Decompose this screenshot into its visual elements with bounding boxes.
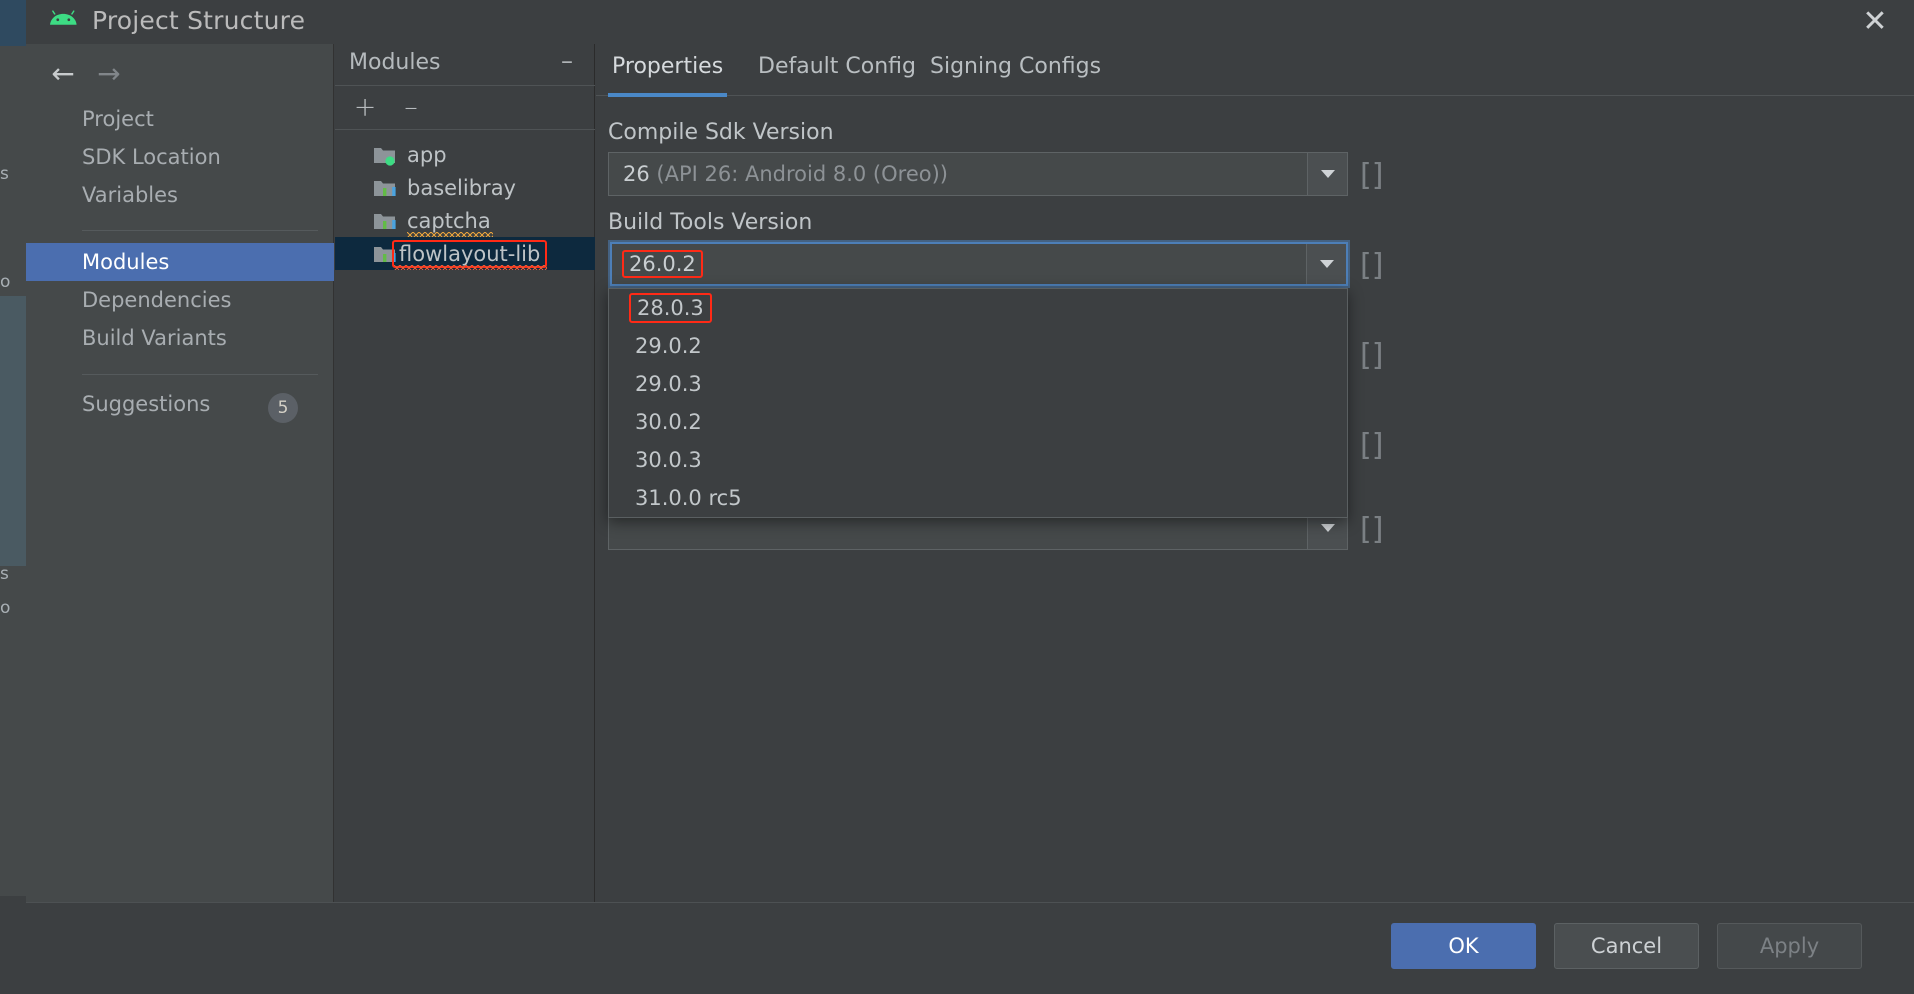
dropdown-option-29-0-3[interactable]: 29.0.3 [609,365,1347,403]
apply-button[interactable]: Apply [1717,923,1862,969]
sidebar: ← → Project SDK Location Variables Modul… [26,44,334,902]
modules-panel-header: Modules – [335,44,595,86]
module-list-item-app[interactable]: app [335,138,595,171]
close-icon[interactable]: ✕ [1858,6,1892,40]
sidebar-item-build-variants[interactable]: Build Variants [26,319,334,357]
dropdown-option-30-0-2[interactable]: 30.0.2 [609,403,1347,441]
sidebar-item-label: Dependencies [82,288,232,312]
module-list-item-baselibray[interactable]: baselibray [335,171,595,204]
backdrop-text-glyph-2: o [0,272,11,292]
sidebar-item-dependencies[interactable]: Dependencies [26,281,334,319]
tab-active-indicator [608,93,728,97]
sidebar-item-modules[interactable]: Modules [26,243,334,281]
dropdown-option-label: 31.0.0 rc5 [635,486,742,510]
module-list-item-flowlayout-lib[interactable]: flowlayout-lib [335,237,595,270]
module-item-label: app [407,142,447,167]
sidebar-item-label: Variables [82,183,178,207]
build-tools-version-dropdown-list[interactable]: 28.0.3 29.0.2 29.0.3 30.0.2 30.0.3 31.0.… [608,288,1348,518]
compile-sdk-version-label: Compile Sdk Version [608,120,834,145]
modules-toolbar: + – [335,86,595,130]
build-tools-version-label: Build Tools Version [608,210,813,235]
arrow-right-icon[interactable]: → [92,60,126,90]
tab-label: Default Config [758,54,916,79]
dialog-footer: OK Cancel Apply [26,902,1914,994]
backdrop-text-glyph-3: s [0,564,9,584]
module-item-label: baselibray [407,175,516,200]
sidebar-item-sdk-location[interactable]: SDK Location [26,138,334,176]
backdrop-text-glyph-1: s [0,164,9,184]
compile-sdk-version-combobox[interactable]: 26 (API 26: Android 8.0 (Oreo)) [608,152,1348,196]
modules-panel-title: Modules [349,50,441,75]
properties-content: Properties Default Config Signing Config… [596,44,1914,902]
backdrop-strip-1 [0,0,26,46]
module-app-folder-icon [373,144,397,166]
backdrop-bottom [0,902,26,994]
field-bracket-4: [] [1360,428,1384,463]
nav-history-controls: ← → [26,52,334,102]
modules-panel: Modules – + – app baselibray captcha flo… [335,44,595,902]
build-tools-version-value: 26.0.2 [622,250,703,278]
minimize-icon[interactable]: – [553,48,581,76]
dropdown-option-31-0-0-rc5[interactable]: 31.0.0 rc5 [609,479,1347,517]
window-title: Project Structure [92,6,306,35]
backdrop-strip-4 [0,296,26,566]
sidebar-item-label: Project [82,107,154,131]
build-tools-version-combobox[interactable]: 26.0.2 [610,242,1348,286]
chevron-down-icon[interactable] [1307,153,1347,195]
dropdown-option-label: 28.0.3 [629,293,712,323]
compile-sdk-version-detail: (API 26: Android 8.0 (Oreo)) [656,162,948,186]
sidebar-item-project[interactable]: Project [26,100,334,138]
field-bracket-3: [] [1360,338,1384,373]
backdrop-text-glyph-4: o [0,598,11,618]
dropdown-option-28-0-3[interactable]: 28.0.3 [609,289,1347,327]
project-structure-dialog: s o s o Project Structure ✕ ← → Project … [0,0,1914,994]
module-library-folder-icon [373,177,397,199]
tab-bar: Properties Default Config Signing Config… [596,44,1914,97]
sidebar-item-label: Build Variants [82,326,227,350]
chevron-down-icon[interactable] [1306,244,1346,284]
plus-icon[interactable]: + [349,92,381,124]
module-item-label: captcha [407,208,493,237]
android-robot-icon [50,10,77,25]
tab-label: Properties [612,54,724,79]
tab-properties[interactable]: Properties [608,54,728,97]
dropdown-option-label: 30.0.2 [635,410,702,434]
dialog-body: ← → Project SDK Location Variables Modul… [26,44,1914,902]
tab-label: Signing Configs [930,54,1102,79]
sidebar-item-variables[interactable]: Variables [26,176,334,214]
ok-button[interactable]: OK [1391,923,1536,969]
compile-sdk-version-value: 26 (API 26: Android 8.0 (Oreo)) [623,162,948,186]
module-list-item-captcha[interactable]: captcha [335,204,595,237]
field-bracket-1: [] [1360,158,1384,193]
arrow-left-icon[interactable]: ← [46,60,80,90]
sidebar-item-label: Suggestions [82,392,211,416]
dropdown-option-30-0-3[interactable]: 30.0.3 [609,441,1347,479]
compile-sdk-version-number: 26 [623,162,650,186]
dropdown-option-label: 30.0.3 [635,448,702,472]
minus-icon[interactable]: – [395,92,427,124]
sidebar-item-label: SDK Location [82,145,221,169]
sidebar-item-label: Modules [82,250,170,274]
tab-default-config[interactable]: Default Config [754,54,920,96]
module-item-label: flowlayout-lib [392,239,548,270]
field-bracket-2: [] [1360,248,1384,283]
ide-backdrop: s o s o [0,0,26,994]
sidebar-divider-1 [82,230,318,231]
title-bar: Project Structure ✕ [26,0,1914,44]
tab-signing-configs[interactable]: Signing Configs [926,54,1105,96]
module-library-folder-icon [373,210,397,232]
dropdown-option-label: 29.0.3 [635,372,702,396]
cancel-button[interactable]: Cancel [1554,923,1699,969]
field-bracket-5: [] [1360,512,1384,547]
suggestions-count-badge: 5 [268,393,298,423]
sidebar-item-suggestions[interactable]: Suggestions 5 [26,385,334,423]
sidebar-divider-2 [82,374,318,375]
dropdown-option-label: 29.0.2 [635,334,702,358]
dropdown-option-29-0-2[interactable]: 29.0.2 [609,327,1347,365]
backdrop-strip-2 [0,46,26,166]
